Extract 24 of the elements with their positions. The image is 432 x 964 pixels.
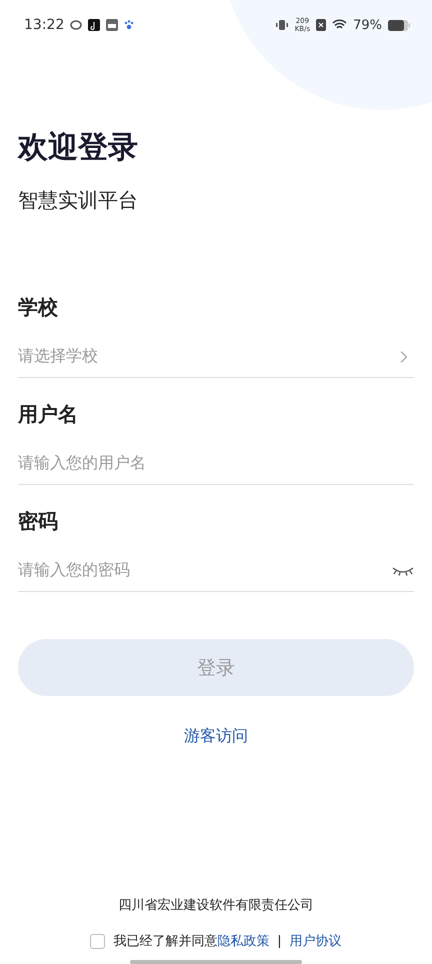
guest-access-link[interactable]: 游客访问: [184, 726, 248, 747]
battery-icon: [388, 20, 410, 30]
paw-icon: [124, 20, 134, 30]
eye-closed-icon[interactable]: [392, 565, 414, 577]
school-select[interactable]: 请选择学校: [18, 348, 394, 366]
status-time: 13:22: [24, 17, 64, 33]
field-label: 密码: [18, 508, 59, 535]
field-label: 用户名: [18, 401, 79, 428]
link-separator: |: [277, 934, 282, 948]
app-icon: [88, 19, 100, 31]
battery-percent: 79%: [353, 18, 382, 32]
page-subtitle: 智慧实训平台: [18, 187, 139, 214]
wifi-icon: [332, 19, 348, 31]
agree-checkbox[interactable]: [90, 934, 106, 948]
inbox-icon: [106, 19, 118, 31]
field-label: 学校: [18, 294, 59, 321]
privacy-policy-link[interactable]: 隐私政策: [217, 932, 270, 950]
app-icon: [70, 19, 82, 31]
company-name: 四川省宏业建设软件有限责任公司: [118, 897, 314, 914]
sim-icon: [316, 19, 326, 31]
vibrate-icon: [274, 19, 289, 31]
page-title: 欢迎登录: [18, 129, 139, 167]
agreement-text: 我已经了解并同意: [113, 933, 218, 950]
user-agreement-link[interactable]: 用户协议: [290, 932, 342, 950]
